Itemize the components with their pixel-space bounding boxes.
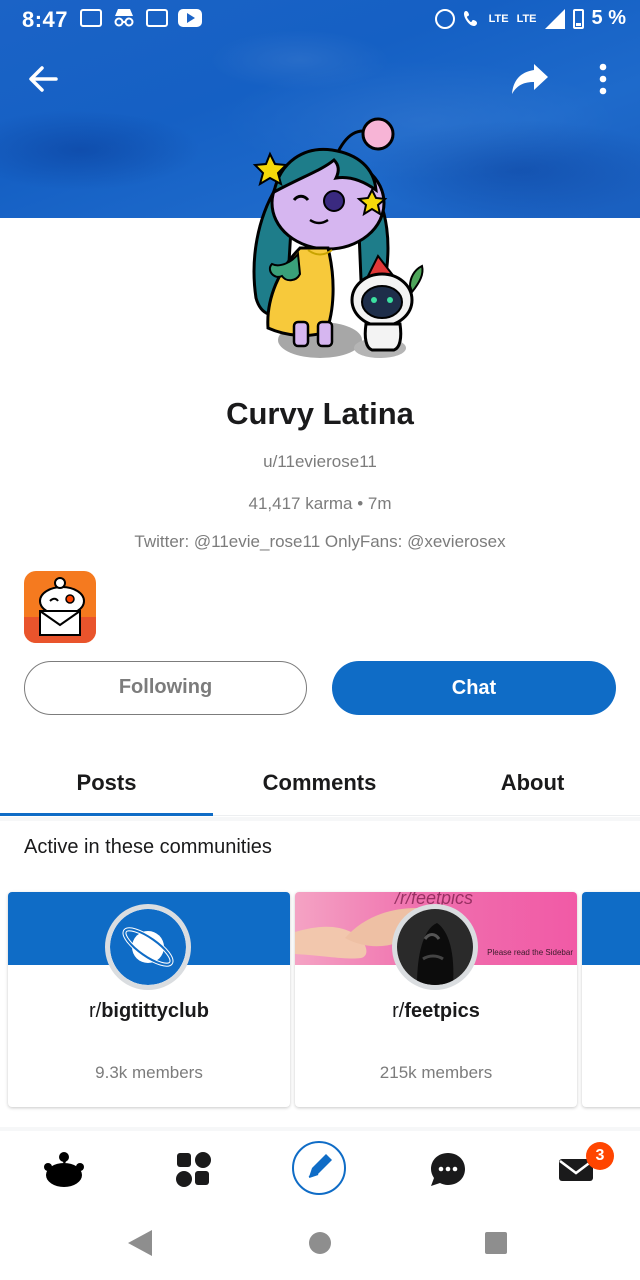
battery-icon: [572, 8, 584, 29]
community-banner: [582, 892, 640, 965]
status-time: 8:47: [22, 7, 69, 32]
planet-icon: [105, 904, 191, 990]
youtube-icon: [178, 9, 202, 27]
android-recents-icon[interactable]: [485, 1232, 507, 1254]
community-card[interactable]: r/bigtittyclub 9.3k members: [8, 892, 290, 1107]
news-notification-icon: [146, 9, 168, 27]
profile-display-name: Curvy Latina: [226, 396, 414, 431]
arrow-left-icon[interactable]: [26, 62, 60, 96]
lte-label-2: LTE: [516, 12, 537, 25]
community-prefix: r/: [392, 1000, 405, 1022]
tab-comments[interactable]: Comments: [213, 752, 426, 816]
incognito-icon: [114, 9, 134, 27]
communities-section-title: Active in these communities: [24, 836, 272, 858]
share-icon[interactable]: [510, 60, 550, 98]
banner-note: Please read the Sidebar: [487, 948, 573, 957]
community-avatar: [392, 904, 478, 990]
chat-button[interactable]: Chat: [332, 661, 616, 715]
pencil-icon: [308, 1154, 332, 1178]
inbox-badge: 3: [586, 1142, 614, 1170]
community-members: 9.3k members: [95, 1063, 203, 1082]
phone-call-icon: [463, 10, 477, 26]
alarm-icon: [434, 8, 455, 29]
signal-icon: [544, 8, 565, 29]
android-home-icon[interactable]: [309, 1232, 331, 1254]
android-nav-bar: [0, 1207, 640, 1280]
notification-icons: [80, 8, 202, 28]
following-button[interactable]: Following: [24, 661, 307, 715]
community-name-label: bigtittyclub: [101, 1000, 209, 1022]
chat-icon[interactable]: [424, 1145, 472, 1193]
community-name-label: feetpics: [404, 1000, 480, 1022]
trophy-icon[interactable]: [24, 571, 96, 643]
more-vertical-icon[interactable]: [592, 62, 614, 96]
communities-icon[interactable]: [169, 1145, 217, 1193]
community-card[interactable]: [582, 892, 640, 1107]
profile-description: Twitter: @11evie_rose11 OnlyFans: @xevie…: [134, 532, 506, 551]
tab-selected-indicator: [0, 813, 213, 816]
system-icons: LTE LTE 5 %: [434, 7, 626, 30]
profile-karma-age: 41,417 karma • 7m: [248, 494, 392, 513]
home-icon[interactable]: [40, 1145, 88, 1193]
divider: [0, 817, 640, 821]
tab-posts[interactable]: Posts: [0, 752, 213, 816]
tab-about[interactable]: About: [426, 752, 639, 816]
android-back-icon[interactable]: [128, 1230, 152, 1256]
status-bar: 8:47 LTE LTE 5 %: [0, 0, 640, 40]
community-name[interactable]: r/bigtittyclub: [8, 1000, 290, 1023]
battery-percent: 5 %: [591, 7, 626, 29]
community-card[interactable]: /r/feetpics Please read the Sidebar r/fe…: [295, 892, 577, 1107]
community-name[interactable]: r/feetpics: [295, 1000, 577, 1023]
profile-username: u/11evierose11: [263, 452, 377, 471]
community-prefix: r/: [89, 1000, 102, 1022]
lte-label: LTE: [488, 12, 509, 25]
mail-notification-icon: [80, 9, 102, 27]
avatar: [252, 117, 424, 358]
profile-tabs: Posts Comments About: [0, 752, 640, 816]
community-members: 215k members: [379, 1063, 493, 1082]
bottom-nav: [0, 1131, 640, 1207]
create-post-button[interactable]: [292, 1141, 346, 1195]
